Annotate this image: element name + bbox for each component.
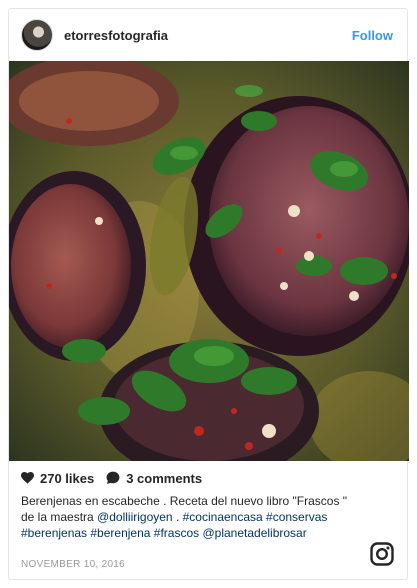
comments-count[interactable]: 3 comments [106,471,202,486]
avatar[interactable] [21,19,53,51]
post-stats: 270 likes 3 comments [21,469,202,487]
instagram-embed-card: etorresfotografia Follow 270 likes 3 com… [8,8,409,580]
post-photo[interactable] [9,61,409,461]
follow-button[interactable]: Follow [352,28,393,43]
caption-text-2: . [172,510,183,524]
heart-icon [21,472,34,484]
username[interactable]: etorresfotografia [64,28,168,43]
instagram-logo-icon[interactable] [370,542,394,566]
comments-label: 3 comments [126,470,203,486]
post-caption: Berenjenas en escabeche . Receta del nue… [21,493,351,541]
mention-planetadelibrosar[interactable]: @planetadelibrosar [202,526,306,540]
post-date: NOVEMBER 10, 2016 [21,559,126,570]
comment-icon [106,471,120,485]
likes-label: 270 likes [40,470,95,486]
mention-dolliirigoyen[interactable]: @dolliirigoyen [97,510,173,524]
eggplant-photo [9,61,409,461]
post-header: etorresfotografia Follow [9,9,407,61]
likes-count[interactable]: 270 likes [21,471,94,486]
